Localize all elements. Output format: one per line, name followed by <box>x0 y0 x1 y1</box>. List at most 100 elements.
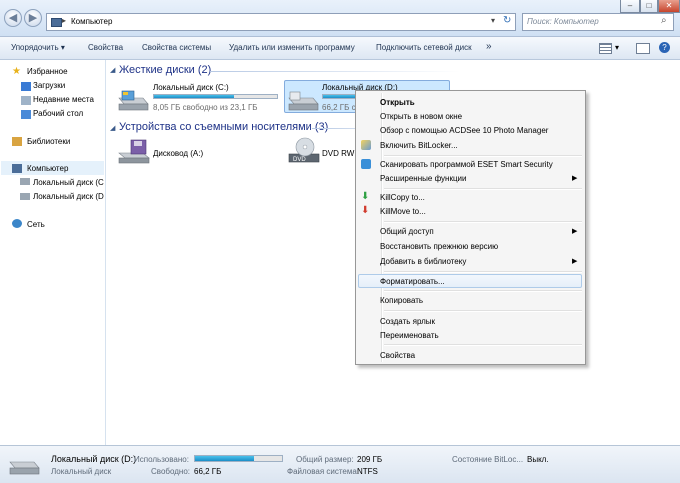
submenu-arrow-icon: ▶ <box>572 175 578 182</box>
system-properties-button[interactable]: Свойства системы <box>142 43 211 52</box>
menu-item-extended[interactable]: Расширенные функции <box>380 174 467 183</box>
network-icon <box>12 219 22 228</box>
floppy-drive-name[interactable]: Дисковод (A:) <box>153 149 203 158</box>
drive-d-icon[interactable] <box>287 88 319 112</box>
drive-icon <box>20 193 30 200</box>
menu-item-open-new-window[interactable]: Открыть в новом окне <box>380 112 462 121</box>
nav-recent[interactable]: Недавние места <box>33 95 94 104</box>
filesystem-label: Файловая система: <box>287 467 360 476</box>
drive-c-name[interactable]: Локальный диск (C:) <box>153 83 229 92</box>
refresh-icon[interactable]: ↻ <box>503 15 511 26</box>
dvd-drive-icon[interactable]: DVD <box>287 137 321 165</box>
nav-drive-c[interactable]: Локальный диск (C <box>33 178 104 187</box>
submenu-arrow-icon: ▶ <box>572 258 578 265</box>
menu-separator <box>384 221 582 223</box>
navigation-pane: ★ Избранное Загрузки Недавние места Рабо… <box>0 60 106 445</box>
menu-item-add-to-library[interactable]: Добавить в библиотеку <box>380 257 466 266</box>
menu-item-sharing[interactable]: Общий доступ <box>380 227 434 236</box>
filesystem-value: NTFS <box>357 467 378 476</box>
organize-button[interactable]: Упорядочить ▾ <box>11 43 65 52</box>
nav-network[interactable]: Сеть <box>27 220 45 229</box>
used-label: Использовано: <box>134 455 189 464</box>
collapse-group-icon[interactable]: ◢ <box>110 66 115 74</box>
floppy-drive-icon[interactable] <box>117 139 151 165</box>
nav-favorites[interactable]: Избранное <box>27 67 68 76</box>
drive-c-free-space: 8,05 ГБ свободно из 23,1 ГБ <box>153 103 258 112</box>
search-input[interactable]: Поиск: Компьютер ⌕ <box>522 13 674 31</box>
view-dropdown-icon[interactable]: ▾ <box>615 43 619 52</box>
preview-pane-icon[interactable] <box>636 43 650 54</box>
drive-c-usage-bar <box>153 94 278 99</box>
help-icon[interactable]: ? <box>659 42 670 53</box>
dvd-icon-label: DVD <box>293 157 306 163</box>
minimize-button[interactable]: – <box>620 0 640 13</box>
uninstall-program-button[interactable]: Удалить или изменить программу <box>229 43 355 52</box>
total-value: 209 ГБ <box>357 455 383 464</box>
nav-desktop[interactable]: Рабочий стол <box>33 109 83 118</box>
downloads-icon <box>21 82 31 91</box>
maximize-button[interactable]: □ <box>640 0 658 13</box>
free-label: Свободно: <box>151 467 190 476</box>
collapse-group-icon[interactable]: ◢ <box>110 124 115 132</box>
close-button[interactable]: ✕ <box>658 0 680 13</box>
computer-icon <box>12 164 22 173</box>
search-icon[interactable]: ⌕ <box>661 15 667 26</box>
bitlocker-value: Выкл. <box>527 455 549 464</box>
address-bar-area: ◀ ▶ ▸ Компьютер ▾ ↻ Поиск: Компьютер ⌕ –… <box>0 0 680 37</box>
map-network-drive-button[interactable]: Подключить сетевой диск <box>376 43 472 52</box>
menu-item-killmove[interactable]: KillMove to... <box>380 207 426 216</box>
command-bar: Упорядочить ▾ Свойства Свойства системы … <box>0 37 680 60</box>
submenu-arrow-icon: ▶ <box>572 228 578 235</box>
forward-button[interactable]: ▶ <box>24 9 42 27</box>
menu-item-bitlocker[interactable]: Включить BitLocker... <box>380 141 458 150</box>
menu-item-format[interactable]: Форматировать... <box>380 277 445 286</box>
history-dropdown-icon[interactable]: ▾ <box>491 16 495 25</box>
menu-item-eset-scan[interactable]: Сканировать программой ESET Smart Securi… <box>380 160 553 169</box>
drive-icon <box>20 178 30 185</box>
nav-computer[interactable]: Компьютер <box>27 164 68 173</box>
details-drive-type: Локальный диск <box>51 467 112 476</box>
desktop-icon <box>21 110 31 119</box>
drive-d-free-space: 66,2 ГБ с <box>322 103 356 112</box>
menu-item-properties[interactable]: Свойства <box>380 351 415 360</box>
details-usage-bar <box>194 455 283 462</box>
bitlocker-icon <box>361 140 371 150</box>
nav-downloads[interactable]: Загрузки <box>33 81 65 90</box>
breadcrumb-chevron-icon[interactable]: ▸ <box>62 16 66 25</box>
menu-separator <box>384 155 582 157</box>
details-pane: Локальный диск (D:) Локальный диск Испол… <box>0 445 680 483</box>
group-header-removable[interactable]: Устройства со съемными носителями (3) <box>119 121 328 133</box>
drive-c-icon[interactable] <box>117 88 149 112</box>
eset-icon <box>361 159 371 169</box>
nav-drive-d[interactable]: Локальный диск (D <box>33 192 104 201</box>
star-icon: ★ <box>12 66 21 77</box>
menu-item-open[interactable]: Открыть <box>380 98 415 107</box>
group-header-hard-disks[interactable]: Жесткие диски (2) <box>119 64 211 76</box>
more-commands-button[interactable]: » <box>486 41 492 52</box>
view-options-icon[interactable] <box>599 43 612 54</box>
group-divider <box>210 71 460 72</box>
nav-libraries[interactable]: Библиотеки <box>27 137 70 146</box>
recent-places-icon <box>21 96 31 105</box>
breadcrumb[interactable]: Компьютер <box>71 17 112 26</box>
address-field[interactable]: ▸ Компьютер ▾ ↻ <box>46 13 516 31</box>
details-drive-name: Локальный диск (D:) <box>51 454 137 464</box>
back-button[interactable]: ◀ <box>4 9 22 27</box>
menu-separator <box>384 290 582 292</box>
drive-icon <box>9 461 40 475</box>
properties-button[interactable]: Свойства <box>88 43 123 52</box>
menu-item-copy[interactable]: Копировать <box>380 296 423 305</box>
libraries-icon <box>12 137 22 146</box>
bitlocker-label: Состояние BitLoc... <box>452 455 524 464</box>
menu-item-create-shortcut[interactable]: Создать ярлык <box>380 317 435 326</box>
menu-item-acdsee[interactable]: Обзор с помощью ACDSee 10 Photo Manager <box>380 126 548 135</box>
menu-item-restore-version[interactable]: Восстановить прежнюю версию <box>380 242 498 251</box>
menu-separator <box>384 310 582 312</box>
killcopy-arrow-icon: ⬇ <box>361 191 370 202</box>
menu-item-killcopy[interactable]: KillCopy to... <box>380 193 425 202</box>
search-placeholder: Поиск: Компьютер <box>527 17 599 26</box>
menu-separator <box>384 344 582 346</box>
menu-item-rename[interactable]: Переименовать <box>380 331 439 340</box>
free-value: 66,2 ГБ <box>194 467 222 476</box>
menu-separator <box>384 271 582 273</box>
